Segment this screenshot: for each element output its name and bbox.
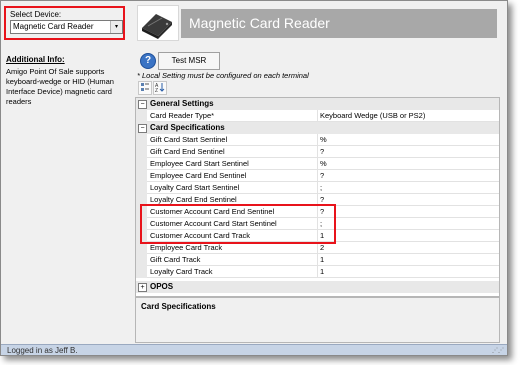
property-value[interactable]: % xyxy=(320,159,327,168)
local-setting-note: * Local Setting must be configured on ea… xyxy=(137,71,309,80)
card-reader-image xyxy=(137,5,179,41)
resize-grip-icon[interactable]: ⋰⋰ xyxy=(492,347,504,354)
app-window: Select Device: Magnetic Card Reader ▾ Ad… xyxy=(0,0,508,356)
property-value[interactable]: Keyboard Wedge (USB or PS2) xyxy=(320,111,425,120)
property-value[interactable]: ; xyxy=(320,183,322,192)
additional-info-heading: Additional Info: xyxy=(6,55,65,64)
property-row-card-reader-type[interactable]: Card Reader Type* Keyboard Wedge (USB or… xyxy=(136,110,499,122)
property-grid: − General Settings Card Reader Type* Key… xyxy=(135,97,500,297)
property-value[interactable]: % xyxy=(320,135,327,144)
property-value[interactable]: ? xyxy=(320,171,324,180)
collapse-toggle[interactable]: − xyxy=(138,100,147,109)
property-value[interactable]: ? xyxy=(320,147,324,156)
additional-info-text: Amigo Point Of Sale supports keyboard-we… xyxy=(6,67,114,106)
property-name: Gift Card End Sentinel xyxy=(150,147,225,156)
status-text: Logged in as Jeff B. xyxy=(7,346,78,355)
help-icon[interactable]: ? xyxy=(140,53,156,69)
chevron-down-icon[interactable]: ▾ xyxy=(110,21,122,33)
categorized-view-icon[interactable] xyxy=(138,81,152,95)
svg-text:Z: Z xyxy=(155,88,158,92)
property-name: Employee Card Track xyxy=(150,243,223,252)
property-value[interactable]: 1 xyxy=(320,255,324,264)
property-name: Loyalty Card Track xyxy=(150,267,213,276)
collapse-toggle[interactable]: − xyxy=(138,124,147,133)
device-dropdown-value: Magnetic Card Reader xyxy=(13,22,94,31)
description-title: Card Specifications xyxy=(141,302,216,311)
property-value[interactable]: 1 xyxy=(320,267,324,276)
property-name: Loyalty Card End Sentinel xyxy=(150,195,237,204)
select-device-label: Select Device: xyxy=(10,10,62,19)
device-dropdown[interactable]: Magnetic Card Reader ▾ xyxy=(10,20,123,34)
highlight-customer-account-rows xyxy=(140,204,336,244)
category-card-specifications[interactable]: − Card Specifications xyxy=(136,122,499,134)
left-panel: Select Device: Magnetic Card Reader ▾ Ad… xyxy=(1,1,134,344)
expand-toggle[interactable]: + xyxy=(138,283,147,292)
category-label: General Settings xyxy=(150,99,214,108)
category-general-settings[interactable]: − General Settings xyxy=(136,98,499,110)
property-row[interactable]: Gift Card Track 1 xyxy=(136,254,499,266)
category-label: OPOS xyxy=(150,282,174,291)
property-name: Gift Card Track xyxy=(150,255,201,264)
category-label: Card Specifications xyxy=(150,123,225,132)
property-row[interactable]: Employee Card Start Sentinel % xyxy=(136,158,499,170)
property-value[interactable]: ? xyxy=(320,195,324,204)
status-bar: Logged in as Jeff B. ⋰⋰ xyxy=(1,344,507,355)
property-row[interactable]: Loyalty Card Start Sentinel ; xyxy=(136,182,499,194)
property-value[interactable]: 2 xyxy=(320,243,324,252)
property-name: Gift Card Start Sentinel xyxy=(150,135,228,144)
category-opos[interactable]: + OPOS xyxy=(136,281,499,293)
property-row[interactable]: Gift Card End Sentinel ? xyxy=(136,146,499,158)
property-name: Employee Card End Sentinel xyxy=(150,171,247,180)
property-row[interactable]: Employee Card End Sentinel ? xyxy=(136,170,499,182)
property-name: Card Reader Type* xyxy=(150,111,215,120)
property-name: Loyalty Card Start Sentinel xyxy=(150,183,240,192)
card-reader-icon xyxy=(142,14,172,39)
property-row[interactable]: Gift Card Start Sentinel % xyxy=(136,134,499,146)
property-name: Employee Card Start Sentinel xyxy=(150,159,249,168)
property-row[interactable]: Loyalty Card Track 1 xyxy=(136,266,499,278)
test-msr-button[interactable]: Test MSR xyxy=(158,52,220,70)
page-title: Magnetic Card Reader xyxy=(181,9,497,38)
property-description-panel: Card Specifications xyxy=(135,297,500,343)
alphabetical-sort-icon[interactable]: AZ xyxy=(153,81,167,95)
